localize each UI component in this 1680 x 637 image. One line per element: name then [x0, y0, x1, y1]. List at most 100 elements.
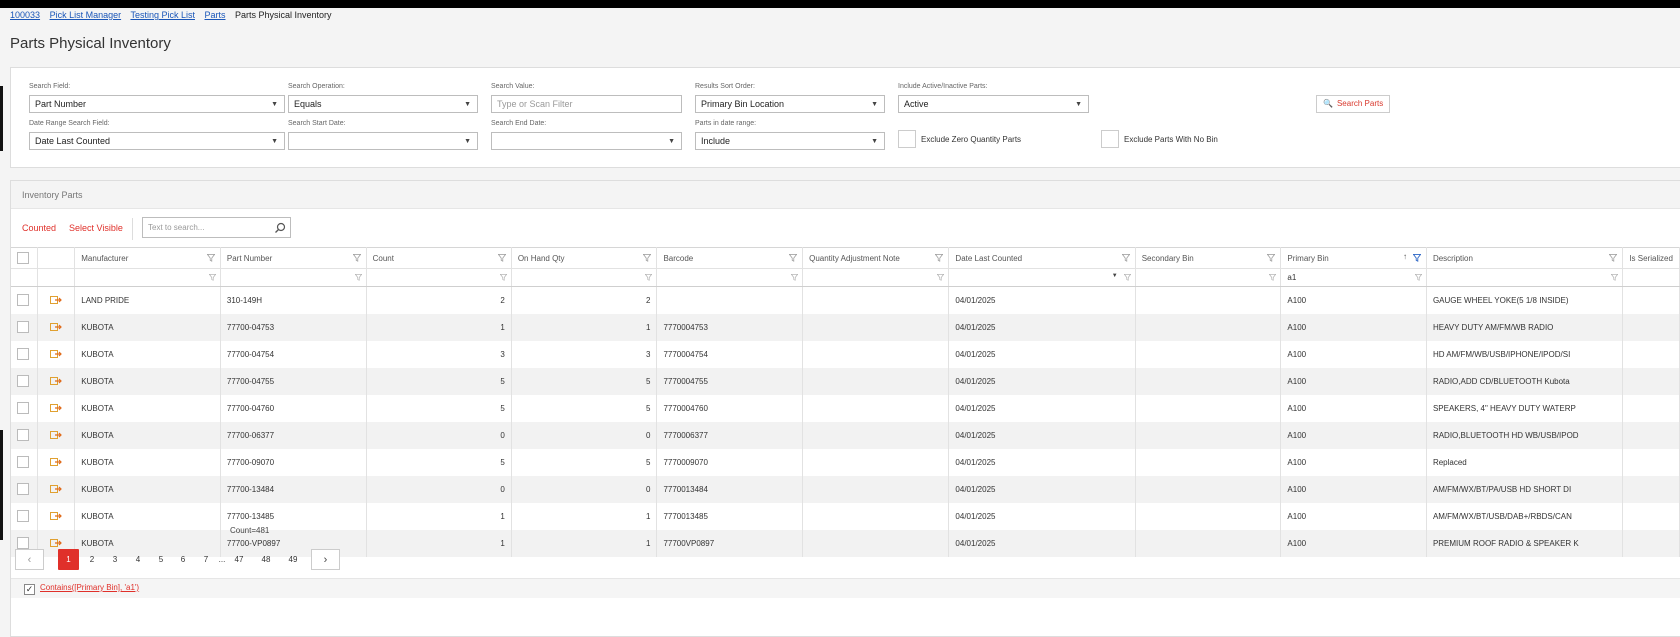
- filter-expression-link[interactable]: Contains([Primary Bin], 'a1'): [40, 583, 139, 592]
- exclude-zero-checkbox[interactable]: [898, 130, 916, 148]
- filter-count[interactable]: [366, 268, 512, 287]
- sort-ascending-icon[interactable]: ↑: [1403, 252, 1407, 261]
- row-checkbox[interactable]: [17, 294, 29, 307]
- filter-icon[interactable]: [206, 254, 215, 262]
- filter-icon[interactable]: [208, 274, 216, 281]
- filter-description[interactable]: [1426, 268, 1624, 287]
- search-operation-select[interactable]: Equals ▼: [288, 95, 478, 113]
- row-checkbox[interactable]: [17, 510, 29, 522]
- table-row[interactable]: LAND PRIDE 310-149H 2 2 04/01/2025 A100 GAUGE …: [11, 286, 1680, 314]
- row-checkbox[interactable]: [17, 402, 29, 414]
- edit-icon[interactable]: [50, 511, 63, 521]
- filter-icon[interactable]: [499, 274, 507, 281]
- edit-icon[interactable]: [50, 403, 63, 413]
- filter-primary-bin[interactable]: a1: [1280, 268, 1427, 287]
- edit-icon[interactable]: [50, 376, 63, 386]
- filter-icon[interactable]: [1414, 274, 1422, 281]
- filter-enabled-checkbox[interactable]: ✓: [24, 584, 35, 595]
- col-header-is-serialized[interactable]: Is Serialized: [1622, 247, 1680, 269]
- filter-icon[interactable]: [791, 274, 799, 281]
- col-header-date-last-counted[interactable]: Date Last Counted: [948, 247, 1136, 269]
- table-row[interactable]: KUBOTA 77700-04760 5 5 7770004760 04/01/2025 A…: [11, 394, 1680, 422]
- breadcrumb-item[interactable]: Parts: [204, 10, 225, 20]
- pagination-prev-button[interactable]: ‹: [15, 549, 44, 570]
- col-header-secondary-bin[interactable]: Secondary Bin: [1135, 247, 1282, 269]
- table-row[interactable]: KUBOTA 77700-06377 0 0 7770006377 04/01/2025 A…: [11, 421, 1680, 449]
- pagination-page[interactable]: 6: [178, 549, 188, 570]
- filter-secondary-bin[interactable]: [1135, 268, 1282, 287]
- pagination-page[interactable]: 3: [110, 549, 120, 570]
- edit-icon[interactable]: [50, 349, 63, 359]
- select-all-checkbox[interactable]: [17, 252, 29, 264]
- search-icon[interactable]: [274, 222, 286, 234]
- pagination-page[interactable]: 7: [201, 549, 211, 570]
- filter-part-number[interactable]: [220, 268, 367, 287]
- filter-icon[interactable]: [789, 254, 798, 262]
- filter-icon[interactable]: [1267, 254, 1276, 262]
- exclude-no-bin-checkbox[interactable]: [1101, 130, 1119, 148]
- filter-active-icon[interactable]: [1412, 254, 1421, 262]
- counted-button[interactable]: Counted: [22, 223, 56, 233]
- pagination-page[interactable]: 49: [286, 549, 300, 570]
- filter-icon[interactable]: [1269, 274, 1277, 281]
- table-row[interactable]: KUBOTA 77700-04754 3 3 7770004754 04/01/2025 A…: [11, 340, 1680, 368]
- edit-icon[interactable]: [50, 457, 63, 467]
- select-visible-button[interactable]: Select Visible: [69, 223, 123, 233]
- filter-icon[interactable]: [935, 254, 944, 262]
- grid-search-input[interactable]: Text to search...: [142, 217, 291, 238]
- results-sort-order-select[interactable]: Primary Bin Location ▼: [695, 95, 885, 113]
- col-header-quantity-adjustment-note[interactable]: Quantity Adjustment Note: [802, 247, 950, 269]
- filter-icon[interactable]: [354, 274, 362, 281]
- breadcrumb-item[interactable]: Testing Pick List: [130, 10, 195, 20]
- pagination-page[interactable]: 4: [133, 549, 143, 570]
- table-row[interactable]: KUBOTA 77700-13484 0 0 7770013484 04/01/2025 A…: [11, 475, 1680, 503]
- table-row[interactable]: KUBOTA 77700-09070 5 5 7770009070 04/01/2025 A…: [11, 448, 1680, 476]
- filter-icon[interactable]: [643, 254, 652, 262]
- pagination-page[interactable]: 5: [156, 549, 166, 570]
- col-header-description[interactable]: Description: [1426, 247, 1624, 269]
- filter-icon[interactable]: [1609, 254, 1618, 262]
- breadcrumb-item[interactable]: Pick List Manager: [50, 10, 122, 20]
- parts-in-date-range-select[interactable]: Include ▼: [695, 132, 885, 150]
- filter-quantity-adjustment-note[interactable]: [802, 268, 950, 287]
- filter-icon[interactable]: [937, 274, 945, 281]
- filter-icon[interactable]: [645, 274, 653, 281]
- filter-icon[interactable]: [352, 254, 361, 262]
- table-row[interactable]: KUBOTA 77700-04755 5 5 7770004755 04/01/2025 A…: [11, 367, 1680, 395]
- filter-on-hand-qty[interactable]: [511, 268, 658, 287]
- edit-icon[interactable]: [50, 484, 63, 494]
- col-header-on-hand-qty[interactable]: On Hand Qty: [511, 247, 658, 269]
- edit-icon[interactable]: [50, 538, 63, 548]
- row-checkbox[interactable]: [17, 483, 29, 495]
- filter-icon[interactable]: [1123, 274, 1131, 281]
- pagination-page[interactable]: 2: [87, 549, 97, 570]
- chevron-down-icon[interactable]: ▼: [1112, 273, 1118, 279]
- filter-manufacturer[interactable]: [74, 268, 221, 287]
- search-field-select[interactable]: Part Number ▼: [29, 95, 285, 113]
- filter-icon[interactable]: [1611, 274, 1619, 281]
- breadcrumb-item[interactable]: 100033: [10, 10, 40, 20]
- edit-icon[interactable]: [50, 295, 63, 305]
- row-checkbox[interactable]: [17, 429, 29, 441]
- end-date-picker[interactable]: ▼: [491, 132, 682, 150]
- pagination-next-button[interactable]: ›: [311, 549, 340, 570]
- filter-icon[interactable]: [497, 254, 506, 262]
- filter-icon[interactable]: [1121, 254, 1130, 262]
- search-parts-button[interactable]: 🔍 Search Parts: [1316, 95, 1390, 113]
- col-header-count[interactable]: Count: [366, 247, 512, 269]
- pagination-page[interactable]: 47: [232, 549, 246, 570]
- filter-is-serialized[interactable]: [1622, 268, 1680, 287]
- row-checkbox[interactable]: [17, 348, 29, 360]
- table-row[interactable]: KUBOTA 77700-04753 1 1 7770004753 04/01/2025 A…: [11, 313, 1680, 341]
- filter-date-last-counted[interactable]: ▼: [948, 268, 1136, 287]
- row-checkbox[interactable]: [17, 321, 29, 333]
- row-checkbox[interactable]: [17, 456, 29, 468]
- filter-barcode[interactable]: [656, 268, 804, 287]
- col-header-barcode[interactable]: Barcode: [656, 247, 804, 269]
- col-header-primary-bin[interactable]: Primary Bin ↑: [1280, 247, 1427, 269]
- edit-icon[interactable]: [50, 322, 63, 332]
- search-value-input[interactable]: Type or Scan Filter: [491, 95, 682, 113]
- edit-icon[interactable]: [50, 430, 63, 440]
- pagination-page[interactable]: 1: [58, 549, 79, 570]
- row-checkbox[interactable]: [17, 375, 29, 387]
